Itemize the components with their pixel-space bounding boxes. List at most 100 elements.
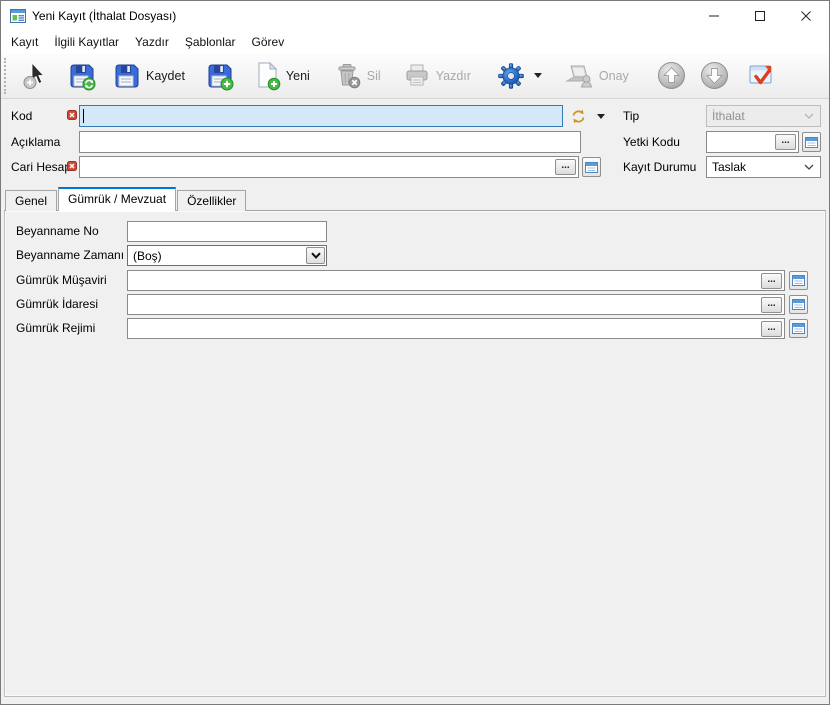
cursor-add-icon [21, 61, 49, 91]
sil-label: Sil [367, 69, 381, 83]
new-page-icon [253, 61, 281, 91]
yetki-kodu-picker-button[interactable] [802, 132, 821, 152]
aciklama-label: Açıklama [11, 131, 60, 153]
maximize-icon [755, 11, 765, 21]
settings-button[interactable] [492, 58, 547, 94]
yazdir-label: Yazdır [436, 69, 471, 83]
cari-hesap-field: ... [79, 156, 579, 178]
chevron-down-bold-icon [311, 252, 321, 259]
gumruk-idaresi-label: Gümrük İdaresi [16, 294, 98, 315]
title-bar: Yeni Kayıt (İthalat Dosyası) [1, 1, 829, 31]
chevron-down-icon [804, 164, 814, 170]
kaydet-button[interactable]: Kaydet [108, 58, 190, 94]
yazdir-button[interactable]: Yazdır [398, 59, 476, 93]
delete-trash-icon [334, 62, 362, 90]
gumruk-musaviri-picker-button[interactable] [789, 271, 808, 290]
gumruk-musaviri-input[interactable] [128, 271, 784, 290]
menu-yazdir[interactable]: Yazdır [127, 33, 177, 51]
save-icon [113, 62, 141, 90]
arrow-down-circle-icon [700, 61, 729, 90]
form-window-icon [10, 9, 26, 23]
yetki-kodu-ellipsis-button[interactable]: ... [775, 134, 796, 150]
yetki-kodu-label: Yetki Kodu [623, 131, 680, 153]
text-caret [83, 109, 84, 123]
kayit-durumu-combo[interactable]: Taslak [706, 156, 821, 178]
gumruk-rejimi-label: Gümrük Rejimi [16, 318, 95, 339]
beyanname-zamani-value: (Boş) [128, 249, 306, 263]
yeni-label: Yeni [286, 69, 310, 83]
cari-hesap-input[interactable] [80, 157, 578, 177]
onay-label: Onay [599, 69, 629, 83]
gumruk-mevzuat-panel: Beyanname No Beyanname Zamanı (Boş) Gümr… [4, 211, 826, 697]
form-picker-icon [792, 299, 805, 310]
minimize-icon [709, 11, 719, 21]
tab-gumruk-mevzuat[interactable]: Gümrük / Mevzuat [58, 187, 176, 211]
menu-bar: Kayıt İlgili Kayıtlar Yazdır Şablonlar G… [1, 31, 829, 53]
beyanname-zamani-label: Beyanname Zamanı [16, 245, 124, 266]
form-picker-icon [792, 323, 805, 334]
gumruk-idaresi-ellipsis-button[interactable]: ... [761, 297, 782, 313]
gear-dropdown-arrow-icon[interactable] [534, 73, 542, 78]
beyanname-no-input[interactable] [127, 221, 327, 242]
tab-genel[interactable]: Genel [5, 190, 57, 211]
kod-dropdown-arrow-icon[interactable] [597, 114, 605, 119]
window-check-icon [747, 62, 777, 90]
select-add-button[interactable] [16, 57, 54, 95]
gumruk-idaresi-picker-button[interactable] [789, 295, 808, 314]
tip-label: Tip [623, 105, 639, 127]
kayit-durumu-label: Kayıt Durumu [623, 156, 696, 178]
chevron-down-icon [804, 113, 814, 119]
gumruk-rejimi-picker-button[interactable] [789, 319, 808, 338]
move-up-button[interactable] [652, 57, 691, 94]
aciklama-input[interactable] [79, 131, 581, 153]
onay-button[interactable]: Onay [559, 58, 634, 94]
kod-input[interactable] [79, 105, 563, 127]
gumruk-idaresi-input[interactable] [128, 295, 784, 314]
gumruk-rejimi-field: ... [127, 318, 785, 339]
required-icon [67, 110, 77, 120]
menu-gorev[interactable]: Görev [244, 33, 293, 51]
save-plus-icon [205, 61, 235, 91]
tip-combo: İthalat [706, 105, 821, 127]
sil-button[interactable]: Sil [329, 58, 386, 94]
window: Yeni Kayıt (İthalat Dosyası) Kayıt İlgil… [0, 0, 830, 705]
cari-hesap-picker-button[interactable] [582, 157, 601, 177]
tip-value: İthalat [712, 109, 745, 123]
sync-gold-icon[interactable] [569, 107, 588, 126]
minimize-button[interactable] [691, 1, 737, 31]
maximize-button[interactable] [737, 1, 783, 31]
menu-sablonlar[interactable]: Şablonlar [177, 33, 244, 51]
kayit-durumu-value: Taslak [712, 160, 746, 174]
gumruk-rejimi-ellipsis-button[interactable]: ... [761, 321, 782, 337]
arrow-up-circle-icon [657, 61, 686, 90]
required-icon [67, 161, 77, 171]
toolbar-grip[interactable] [4, 58, 8, 94]
move-down-button[interactable] [695, 57, 734, 94]
gumruk-idaresi-field: ... [127, 294, 785, 315]
gumruk-musaviri-ellipsis-button[interactable]: ... [761, 273, 782, 289]
print-icon [403, 63, 431, 89]
combo-drop-button[interactable] [306, 247, 325, 264]
gumruk-musaviri-label: Gümrük Müşaviri [16, 270, 107, 291]
cari-hesap-label: Cari Hesap [11, 156, 71, 178]
form-picker-icon [805, 137, 818, 148]
menu-ilgili-kayitlar[interactable]: İlgili Kayıtlar [46, 33, 127, 51]
gumruk-musaviri-field: ... [127, 270, 785, 291]
save-new-button[interactable] [200, 57, 240, 95]
beyanname-zamani-combo[interactable]: (Boş) [127, 245, 327, 266]
yetki-kodu-field: ... [706, 131, 799, 153]
approve-icon [564, 62, 594, 90]
kod-label: Kod [11, 105, 32, 127]
form-picker-icon [585, 162, 598, 173]
gumruk-rejimi-input[interactable] [128, 319, 784, 338]
tab-ozellikler[interactable]: Özellikler [177, 190, 246, 211]
apply-check-button[interactable] [742, 58, 782, 94]
close-button[interactable] [783, 1, 829, 31]
cari-hesap-ellipsis-button[interactable]: ... [555, 159, 576, 175]
save-refresh-button[interactable] [62, 57, 102, 95]
header-form: Kod Tip İthalat Açıklama Yetki Kodu [1, 99, 829, 187]
form-picker-icon [792, 275, 805, 286]
yeni-button[interactable]: Yeni [248, 57, 315, 95]
beyanname-no-label: Beyanname No [16, 221, 99, 242]
menu-kayit[interactable]: Kayıt [3, 33, 46, 51]
